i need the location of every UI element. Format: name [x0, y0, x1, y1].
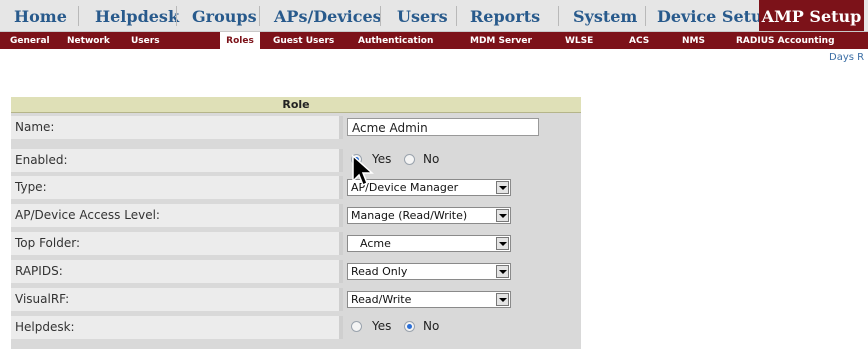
nav-divider — [645, 6, 646, 26]
chevron-down-icon[interactable] — [496, 209, 509, 222]
subnav-general[interactable]: General — [10, 32, 50, 49]
nav-divider — [78, 6, 79, 26]
subnav-authentication[interactable]: Authentication — [358, 32, 433, 49]
helpdesk-no-label: No — [423, 319, 440, 333]
type-label: Type: — [15, 180, 47, 194]
nav-divider — [259, 6, 260, 26]
name-label: Name: — [15, 120, 55, 134]
helpdesk-label: Helpdesk: — [15, 320, 75, 334]
row-name: Name: Acme Admin — [11, 116, 581, 139]
helpdesk-no-radio[interactable] — [404, 321, 415, 332]
visualrf-select[interactable]: Read/Write — [347, 291, 511, 308]
access-level-select[interactable]: Manage (Read/Write) — [347, 207, 511, 224]
subnav-guest-users[interactable]: Guest Users — [273, 32, 334, 49]
tab-reports[interactable]: Reports — [470, 0, 540, 31]
subnav-radius-accounting[interactable]: RADIUS Accounting — [736, 32, 835, 49]
subnav-network[interactable]: Network — [67, 32, 110, 49]
tab-users[interactable]: Users — [397, 0, 448, 31]
visualrf-label: VisualRF: — [15, 292, 70, 306]
row-access-level: AP/Device Access Level: Manage (Read/Wri… — [11, 204, 581, 227]
row-visualrf: VisualRF: Read/Write — [11, 288, 581, 311]
row-type: Type: AP/Device Manager — [11, 176, 581, 199]
subnav-users[interactable]: Users — [131, 32, 160, 49]
row-helpdesk: Helpdesk: Yes No — [11, 316, 581, 339]
nav-divider — [456, 6, 457, 26]
subnav-wlse[interactable]: WLSE — [565, 32, 593, 49]
top-nav: Home Helpdesk Groups APs/Devices Users R… — [0, 0, 868, 32]
days-link[interactable]: Days R — [829, 52, 864, 63]
chevron-down-icon[interactable] — [496, 181, 509, 194]
nav-divider — [380, 6, 381, 26]
nav-divider — [558, 6, 559, 26]
access-level-label: AP/Device Access Level: — [15, 208, 160, 222]
tab-amp-setup[interactable]: AMP Setup — [759, 0, 864, 31]
helpdesk-yes-label: Yes — [372, 319, 392, 333]
tab-home[interactable]: Home — [14, 0, 67, 31]
enabled-no-label: No — [423, 152, 440, 166]
rapids-label: RAPIDS: — [15, 264, 63, 278]
role-form-header: Role — [11, 97, 581, 113]
chevron-down-icon[interactable] — [496, 237, 509, 250]
chevron-down-icon[interactable] — [496, 293, 509, 306]
name-input[interactable]: Acme Admin — [347, 118, 539, 136]
tab-device-setup[interactable]: Device Setup — [657, 0, 774, 31]
enabled-no-radio[interactable] — [404, 154, 415, 165]
helpdesk-yes-radio[interactable] — [351, 321, 362, 332]
top-folder-label: Top Folder: — [15, 236, 80, 250]
tab-groups[interactable]: Groups — [192, 0, 257, 31]
chevron-down-icon[interactable] — [496, 265, 509, 278]
row-enabled: Enabled: Yes No — [11, 149, 581, 172]
subnav-acs[interactable]: ACS — [629, 32, 649, 49]
role-form: Role Name: Acme Admin Enabled: Yes No Ty… — [11, 97, 581, 349]
enabled-label: Enabled: — [15, 153, 68, 167]
tab-helpdesk[interactable]: Helpdesk — [95, 0, 179, 31]
nav-divider — [176, 6, 177, 26]
row-rapids: RAPIDS: Read Only — [11, 260, 581, 283]
row-top-folder: Top Folder: Acme — [11, 232, 581, 255]
top-folder-select[interactable]: Acme — [347, 235, 511, 252]
subnav-nms[interactable]: NMS — [682, 32, 705, 49]
sub-nav: General Network Users Roles Guest Users … — [0, 32, 868, 49]
mouse-cursor-icon — [352, 154, 374, 187]
subnav-roles[interactable]: Roles — [220, 32, 260, 49]
rapids-select[interactable]: Read Only — [347, 263, 511, 280]
subnav-mdm-server[interactable]: MDM Server — [470, 32, 532, 49]
tab-aps-devices[interactable]: APs/Devices — [274, 0, 382, 31]
tab-system[interactable]: System — [573, 0, 637, 31]
